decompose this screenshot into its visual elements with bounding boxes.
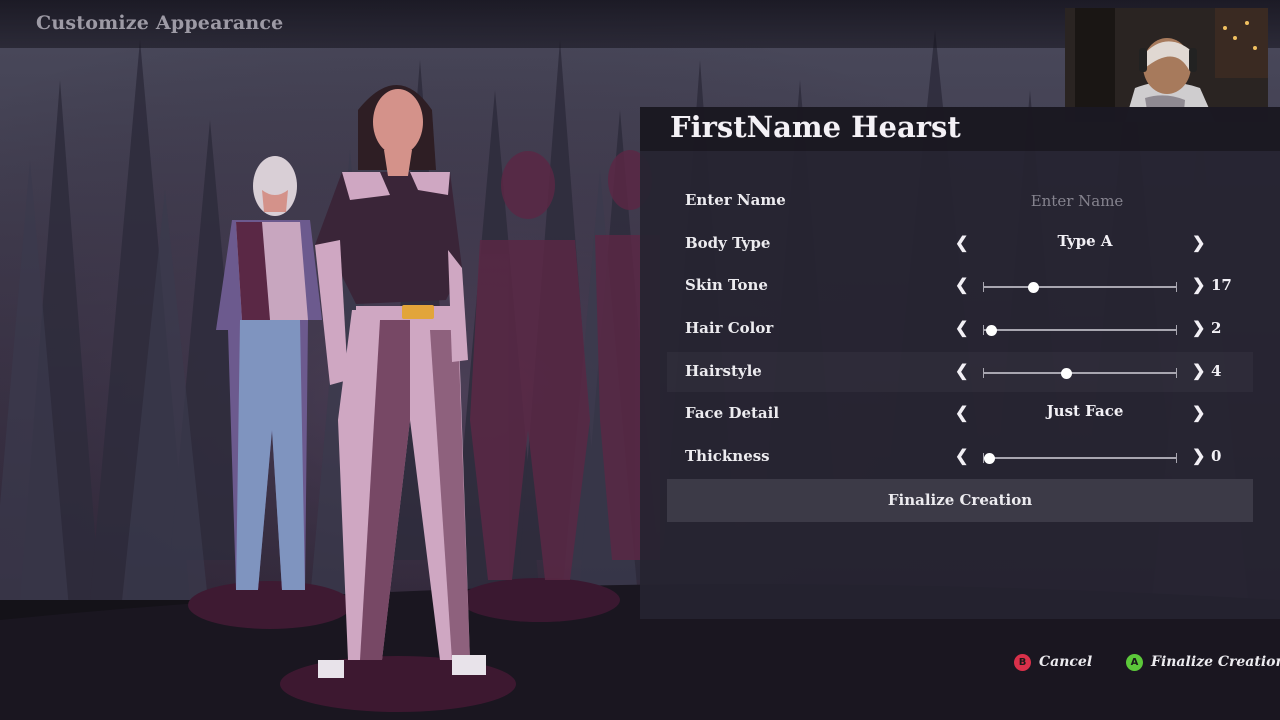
hair-color-value: 2	[1211, 319, 1222, 337]
chevron-right-icon[interactable]: ❯	[1192, 275, 1205, 294]
cancel-label: Cancel	[1039, 654, 1093, 670]
character-name-title: FirstName Hearst	[670, 110, 961, 144]
skin-tone-slider[interactable]	[983, 282, 1177, 293]
name-input[interactable]	[985, 187, 1169, 215]
chevron-left-icon[interactable]: ❮	[955, 318, 968, 337]
thickness-label: Thickness	[685, 447, 770, 465]
row-hairstyle[interactable]: Hairstyle ❮ ❯ 4	[667, 352, 1253, 392]
finalize-label: Finalize Creation	[1151, 654, 1280, 670]
webcam-overlay	[1065, 8, 1268, 122]
chevron-right-icon[interactable]: ❯	[1192, 446, 1205, 465]
row-skin-tone[interactable]: Skin Tone ❮ ❯ 17	[667, 266, 1253, 306]
row-hair-color[interactable]: Hair Color ❮ ❯ 2	[667, 309, 1253, 349]
finalize-creation-button[interactable]: Finalize Creation	[667, 479, 1253, 522]
body-type-value: Type A	[1057, 232, 1113, 250]
chevron-right-icon[interactable]: ❯	[1192, 403, 1205, 422]
chevron-left-icon[interactable]: ❮	[955, 361, 968, 380]
row-face-detail[interactable]: Face Detail ❮ Just Face ❯	[667, 394, 1253, 434]
chevron-right-icon[interactable]: ❯	[1192, 318, 1205, 337]
enter-name-label: Enter Name	[685, 191, 786, 209]
hair-color-label: Hair Color	[685, 319, 774, 337]
panel-header: FirstName Hearst	[640, 107, 1280, 151]
thickness-value: 0	[1211, 447, 1222, 465]
slider-knob[interactable]	[985, 325, 997, 336]
body-type-label: Body Type	[685, 234, 771, 252]
cancel-prompt[interactable]: B Cancel	[1014, 652, 1092, 672]
slider-knob[interactable]	[1028, 282, 1040, 293]
hairstyle-label: Hairstyle	[685, 362, 762, 380]
row-enter-name[interactable]: Enter Name	[667, 181, 1253, 221]
a-button-icon: A	[1126, 653, 1143, 671]
slider-knob[interactable]	[1061, 368, 1073, 379]
chevron-left-icon[interactable]: ❮	[955, 275, 968, 294]
finalize-prompt[interactable]: A Finalize Creation	[1126, 652, 1280, 672]
chevron-left-icon[interactable]: ❮	[955, 233, 968, 252]
chevron-right-icon[interactable]: ❯	[1192, 361, 1205, 380]
chevron-left-icon[interactable]: ❮	[955, 403, 968, 422]
row-body-type[interactable]: Body Type ❮ Type A ❯	[667, 224, 1253, 264]
hairstyle-value: 4	[1211, 362, 1222, 380]
face-detail-value: Just Face	[1046, 402, 1124, 420]
row-thickness[interactable]: Thickness ❮ ❯ 0	[667, 437, 1253, 477]
skin-tone-label: Skin Tone	[685, 276, 768, 294]
hairstyle-slider[interactable]	[983, 368, 1177, 379]
customization-panel: FirstName Hearst Enter Name Body Type ❮ …	[640, 107, 1280, 619]
face-detail-label: Face Detail	[685, 404, 780, 422]
chevron-right-icon[interactable]: ❯	[1192, 233, 1205, 252]
chevron-left-icon[interactable]: ❮	[955, 446, 968, 465]
skin-tone-value: 17	[1211, 276, 1232, 294]
streamer-camera-feed	[1065, 8, 1268, 122]
screen-title: Customize Appearance	[36, 12, 284, 34]
b-button-icon: B	[1014, 653, 1031, 671]
slider-knob[interactable]	[983, 453, 995, 464]
hair-color-slider[interactable]	[983, 325, 1177, 336]
thickness-slider[interactable]	[983, 453, 1177, 464]
pedestal-back	[188, 581, 352, 629]
